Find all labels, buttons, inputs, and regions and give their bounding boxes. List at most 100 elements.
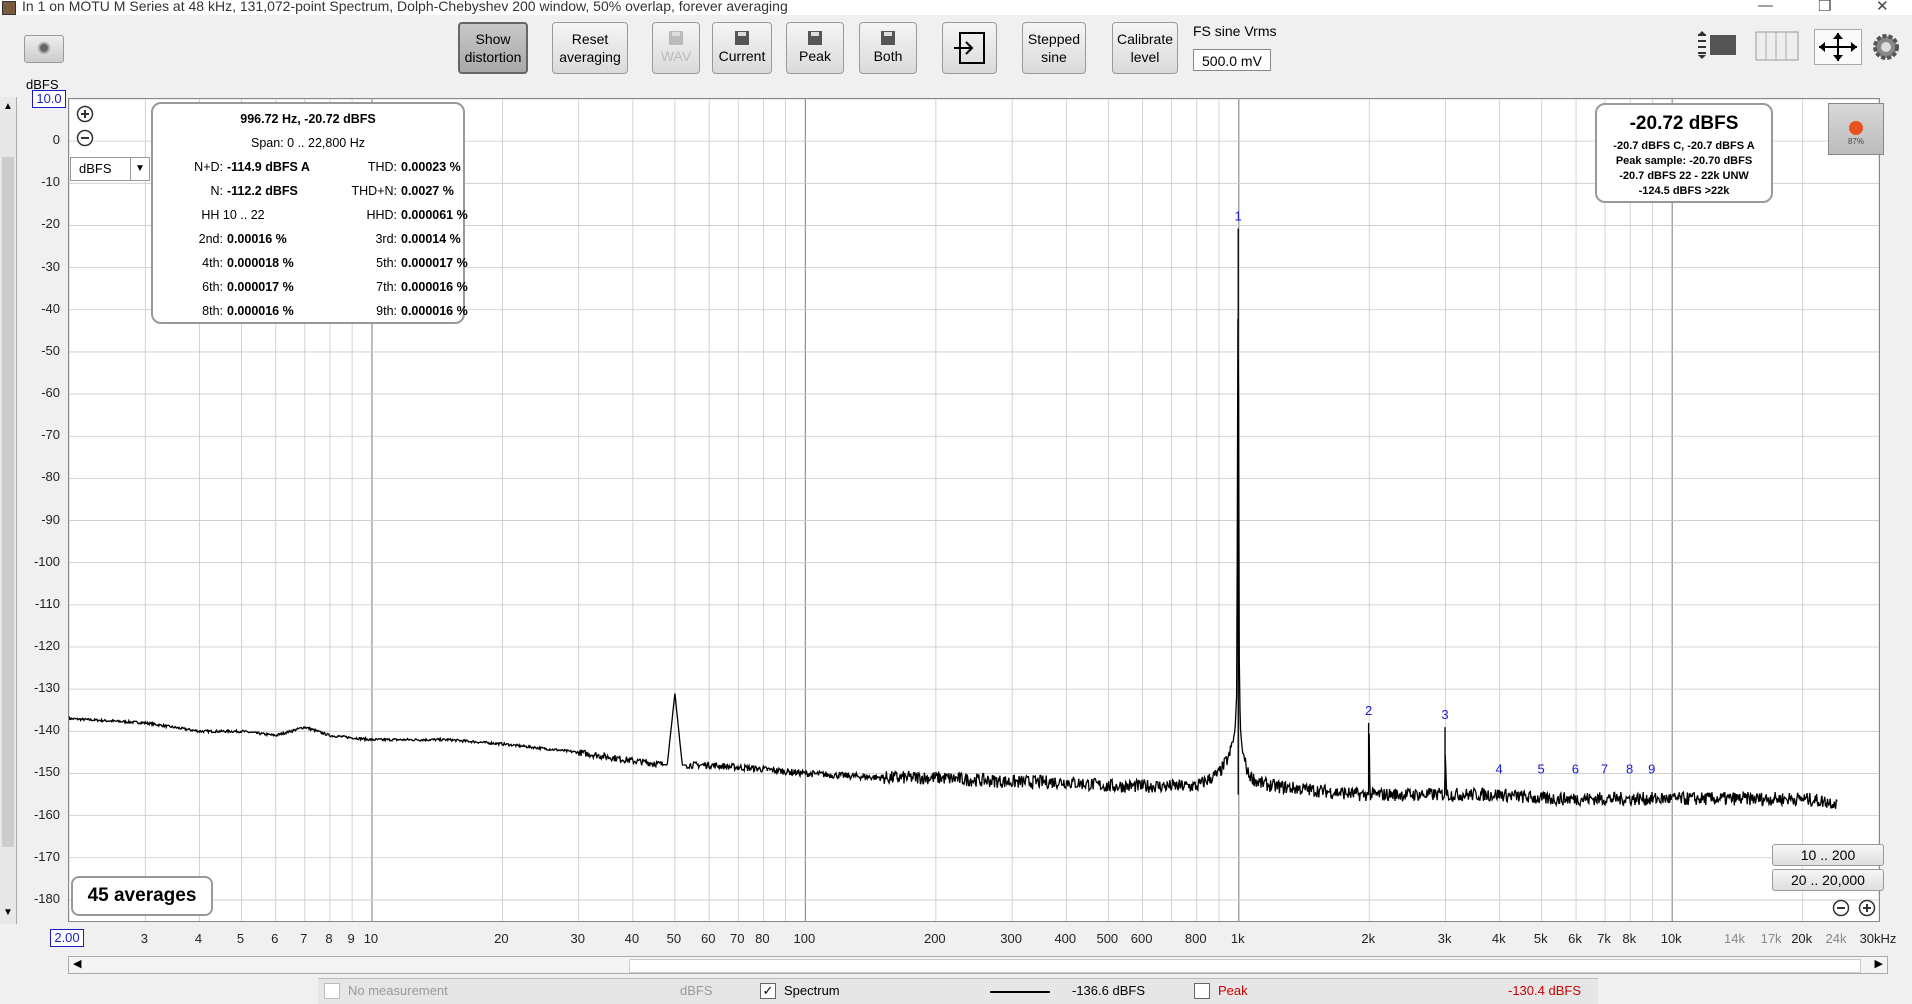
- calibrate-level-button[interactable]: Calibrate level: [1112, 22, 1178, 74]
- layout-icon[interactable]: [1694, 29, 1742, 63]
- distortion-cell: 9th:: [376, 304, 397, 318]
- x-start-input[interactable]: 2.00: [50, 929, 84, 947]
- distortion-cell: 4th:: [202, 256, 223, 270]
- x-tick-label: 5: [236, 931, 245, 946]
- stepped-sine-button[interactable]: Stepped sine: [1022, 22, 1086, 74]
- close-icon[interactable]: ✕: [1876, 0, 1889, 15]
- x-tick-label: 7: [300, 931, 308, 946]
- no-measurement-checkbox: [324, 983, 340, 999]
- meter-percent: 87%: [1847, 137, 1864, 146]
- scroll-down-icon[interactable]: ▼: [3, 907, 13, 918]
- distortion-cell: 0.000016 %: [401, 280, 468, 294]
- scroll-left-icon[interactable]: ◀: [73, 957, 81, 970]
- y-tick-label: -170: [33, 848, 60, 864]
- y-tick-label: -100: [33, 553, 60, 569]
- save-icon: [735, 31, 749, 45]
- fundamental-readout: 996.72 Hz, -20.72 dBFS: [240, 112, 376, 126]
- y-tick-label: -130: [33, 680, 60, 696]
- zoom-out-icon[interactable]: [76, 129, 94, 147]
- x-tick-label: 400: [1054, 931, 1077, 946]
- y-tick-label: -90: [41, 511, 60, 527]
- spectrum-value: -136.6 dBFS: [1072, 983, 1145, 998]
- y-tick-label: -60: [41, 385, 60, 401]
- zoom-in-icon[interactable]: [76, 105, 94, 123]
- range-10-200-button[interactable]: 10 .. 200: [1772, 844, 1884, 866]
- x-tick-label: 6k: [1568, 931, 1582, 946]
- no-measurement-label: No measurement: [348, 983, 448, 998]
- distortion-cell: 6th:: [202, 280, 223, 294]
- horizontal-scrollbar[interactable]: ◀ ▶: [68, 956, 1888, 974]
- distortion-cell: 0.0027 %: [401, 184, 454, 198]
- y-tick-label: -10: [41, 174, 60, 190]
- window-titlebar: In 1 on MOTU M Series at 48 kHz, 131,072…: [0, 0, 1912, 15]
- x-zoom-in-icon[interactable]: [1858, 899, 1876, 917]
- harmonic-marker-4: 4: [1496, 761, 1503, 776]
- x-tick-label: 2k: [1361, 931, 1376, 946]
- scroll-right-icon[interactable]: ▶: [1875, 957, 1883, 970]
- chevron-down-icon[interactable]: ▼: [130, 158, 149, 180]
- x-tick-label: 80: [755, 931, 770, 946]
- averages-count: 45 averages: [71, 876, 213, 916]
- save-peak-button[interactable]: Peak: [786, 22, 844, 74]
- distortion-cell: 7th:: [376, 280, 397, 294]
- show-distortion-button[interactable]: Show distortion: [458, 22, 528, 74]
- distortion-cell: THD:: [367, 160, 397, 174]
- x-zoom-out-icon[interactable]: [1832, 899, 1850, 917]
- columns-icon[interactable]: [1754, 29, 1800, 63]
- minimize-icon[interactable]: —: [1758, 0, 1773, 14]
- overload-meter[interactable]: 87%: [1828, 103, 1884, 155]
- peak-checkbox[interactable]: [1194, 983, 1210, 999]
- harmonic-marker-2: 2: [1365, 703, 1372, 718]
- distortion-cell: 0.000061 %: [401, 208, 468, 222]
- y-tick-label: -20: [41, 216, 60, 232]
- distortion-cell: 0.000017 %: [401, 256, 468, 270]
- import-button[interactable]: [942, 22, 997, 74]
- camera-icon[interactable]: [24, 35, 64, 63]
- scroll-up-icon[interactable]: ▲: [3, 101, 13, 112]
- y-tick-label: -180: [33, 890, 60, 906]
- restore-icon[interactable]: ❐: [1818, 0, 1831, 15]
- spectrum-checkbox[interactable]: ✓: [760, 983, 776, 999]
- wav-button: WAV: [652, 22, 700, 74]
- spectrum-plot[interactable]: 1 2 3 4 5 6 7 89 dBFS ▼ 996.72 Hz, -20.72 dBFS …: [68, 98, 1884, 922]
- current-label: Current: [718, 48, 766, 64]
- x-tick-label: 8: [325, 931, 333, 946]
- fs-value-input[interactable]: 500.0 mV: [1193, 49, 1271, 71]
- y-tick-label: -110: [34, 595, 60, 611]
- peak-label: Peak: [1218, 983, 1248, 998]
- window-title: In 1 on MOTU M Series at 48 kHz, 131,072…: [22, 0, 788, 14]
- y-tick-label: -40: [41, 300, 60, 316]
- level-panel: -20.72 dBFS -20.7 dBFS C, -20.7 dBFS A P…: [1595, 103, 1773, 203]
- x-tick-label: 600: [1130, 931, 1153, 946]
- y-top-input[interactable]: 10.0: [32, 90, 66, 108]
- x-tick-label: 40: [624, 931, 640, 946]
- level-line: -124.5 dBFS >22k: [1638, 185, 1730, 197]
- span-readout: Span: 0 .. 22,800 Hz: [251, 136, 365, 150]
- distortion-cell: 0.00023 %: [401, 160, 461, 174]
- harmonic-marker-7: 7: [1601, 761, 1608, 776]
- harmonic-marker-3: 3: [1441, 707, 1448, 722]
- x-tick-label: 8k: [1622, 931, 1637, 946]
- x-tick-label: 300: [1000, 931, 1023, 946]
- unit-select-value: dBFS: [79, 161, 112, 176]
- fit-arrows-icon[interactable]: [1814, 29, 1862, 65]
- save-current-button[interactable]: Current: [712, 22, 772, 74]
- x-tick-label: 17k: [1760, 931, 1782, 946]
- reset-averaging-button[interactable]: Reset averaging: [552, 22, 628, 74]
- level-line: Peak sample: -20.70 dBFS: [1615, 155, 1753, 167]
- save-icon: [881, 31, 895, 45]
- hscroll-thumb[interactable]: [629, 959, 1861, 973]
- distortion-cell: N:: [210, 184, 224, 198]
- level-line: -20.7 dBFS C, -20.7 dBFS A: [1613, 140, 1755, 152]
- settings-gear-icon[interactable]: [1872, 33, 1900, 61]
- unit-select[interactable]: dBFS ▼: [70, 157, 150, 181]
- x-tick-label: 6: [271, 931, 279, 946]
- y-tick-label: -50: [41, 342, 60, 358]
- spectrum-label: Spectrum: [784, 983, 840, 998]
- range-20-20000-button[interactable]: 20 .. 20,000: [1772, 869, 1884, 891]
- x-tick-label: 3: [140, 931, 148, 946]
- save-both-button[interactable]: Both: [859, 22, 917, 74]
- distortion-cell: HHD:: [366, 208, 397, 222]
- peak-value: -130.4 dBFS: [1508, 983, 1581, 998]
- harmonic-marker-8: 8: [1626, 761, 1633, 776]
